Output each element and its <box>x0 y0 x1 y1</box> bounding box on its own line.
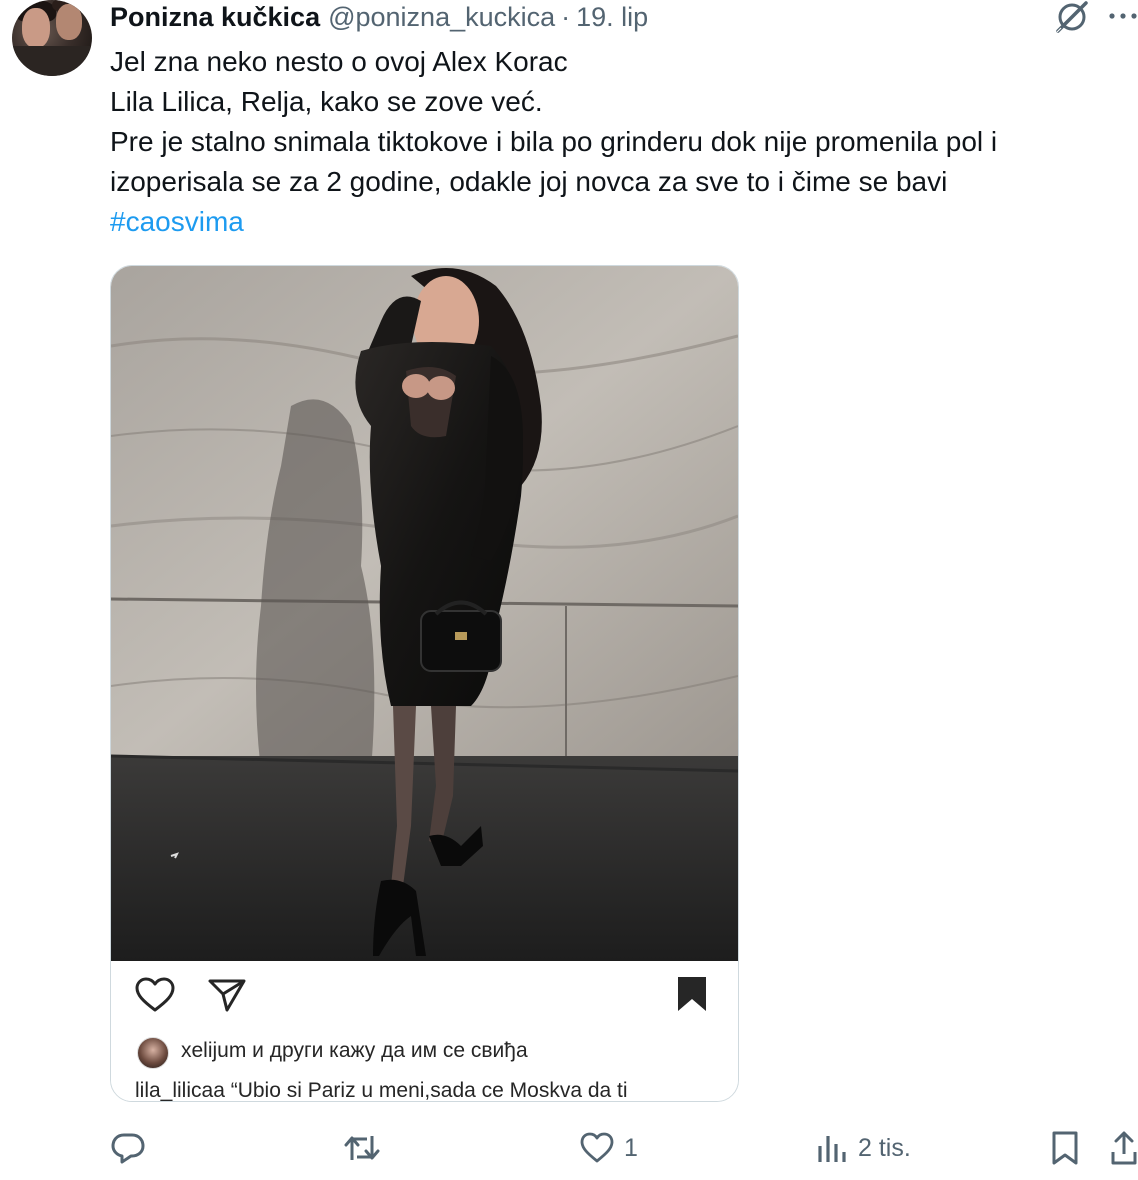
author-avatar[interactable] <box>12 0 92 76</box>
retweet-button[interactable] <box>343 1128 381 1168</box>
share-icon <box>1111 1131 1137 1165</box>
tweet-text-line: izoperisala se za 2 godine, odakle joj n… <box>110 166 948 197</box>
like-count: 1 <box>624 1133 638 1162</box>
author-handle[interactable]: @ponizna_kuckica <box>328 2 555 33</box>
post-photo[interactable] <box>111 266 738 961</box>
bookmark-button[interactable] <box>1050 1128 1080 1168</box>
analytics-icon <box>818 1136 846 1162</box>
reply-icon <box>111 1133 145 1164</box>
grok-icon[interactable] <box>1052 0 1092 34</box>
tweet-text-line: Lila Lilica, Relja, kako se zove već. <box>110 86 543 117</box>
author-display-name[interactable]: Ponizna kučkica <box>110 2 320 33</box>
likes-summary[interactable]: xelijum и други кажу да им се свиђа <box>181 1039 528 1063</box>
send-icon[interactable] <box>207 977 247 1013</box>
liker-avatar[interactable] <box>137 1037 169 1069</box>
share-button[interactable] <box>1110 1128 1138 1168</box>
retweet-icon <box>344 1136 380 1160</box>
post-caption: lila_lilicaa “Ubio si Pariz u meni,sada … <box>135 1079 628 1102</box>
heart-icon <box>580 1132 614 1163</box>
reply-button[interactable] <box>110 1128 146 1168</box>
like-button[interactable]: 1 <box>580 1128 638 1168</box>
bookmark-icon <box>1052 1131 1078 1165</box>
heart-icon[interactable] <box>135 977 175 1013</box>
tweet-text: Jel zna neko nesto o ovoj Alex Korac Lil… <box>110 42 1120 242</box>
views-button[interactable]: 2 tis. <box>816 1128 911 1168</box>
tweet-text-line: Jel zna neko nesto o ovoj Alex Korac <box>110 46 568 77</box>
instagram-action-bar: xelijum и други кажу да им се свиђа lila… <box>111 961 738 1101</box>
more-options-icon[interactable] <box>1108 4 1138 24</box>
tweet-text-line: Pre je stalno snimala tiktokove i bila p… <box>110 126 998 157</box>
header-separator: · <box>561 1 571 32</box>
tweet-header: Ponizna kučkica @ponizna_kuckica · 19. l… <box>110 0 648 34</box>
save-post-icon[interactable] <box>675 975 709 1013</box>
media-card[interactable]: xelijum и други кажу да им се свиђа lila… <box>110 265 739 1102</box>
view-count: 2 tis. <box>858 1133 911 1162</box>
hashtag-link[interactable]: #caosvima <box>110 202 1120 242</box>
tweet-date[interactable]: 19. lip <box>576 2 648 33</box>
